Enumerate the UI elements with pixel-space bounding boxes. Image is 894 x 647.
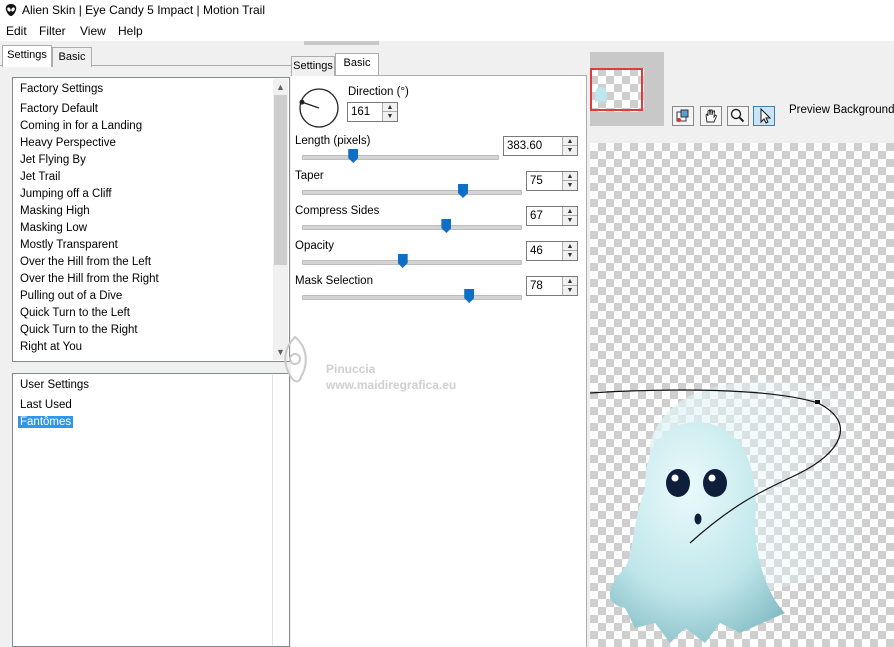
preview-separator — [588, 131, 894, 143]
menu-view[interactable]: View — [80, 24, 106, 38]
menu-filter[interactable]: Filter — [39, 24, 66, 38]
zoom-tool-button[interactable] — [727, 106, 749, 126]
taper-slider-track[interactable] — [302, 190, 522, 195]
factory-setting-item[interactable]: Factory Default — [18, 103, 100, 115]
factory-setting-item[interactable]: Over the Hill from the Left — [18, 256, 153, 268]
mask-selection-label: Mask Selection — [295, 275, 373, 287]
factory-setting-item[interactable]: Masking High — [18, 205, 92, 217]
factory-setting-item[interactable]: Masking Low — [18, 222, 89, 234]
spin-down-icon[interactable]: ▼ — [563, 251, 577, 260]
navigator-view-frame[interactable] — [590, 68, 643, 111]
scroll-up-icon[interactable]: ▲ — [273, 80, 288, 94]
menu-bar: Edit Filter View Help — [0, 21, 894, 41]
factory-setting-item[interactable]: Mostly Transparent — [18, 239, 120, 251]
spin-up-icon[interactable]: ▲ — [563, 207, 577, 216]
preview-canvas[interactable] — [590, 143, 894, 647]
factory-setting-item[interactable]: Quick Turn to the Right — [18, 324, 140, 336]
taper-value: 75 — [530, 175, 543, 187]
motion-path-handle[interactable] — [815, 400, 820, 404]
tab-mid-settings[interactable]: Settings — [291, 56, 335, 76]
watermark-name: Pinuccia — [326, 362, 376, 376]
window-title: Alien Skin | Eye Candy 5 Impact | Motion… — [22, 3, 266, 17]
mask-selection-spin-buttons[interactable]: ▲ ▼ — [562, 277, 577, 295]
tab-mid-basic[interactable]: Basic — [335, 53, 379, 75]
tab-left-basic[interactable]: Basic — [52, 47, 92, 67]
length-spin-buttons[interactable]: ▲ ▼ — [562, 137, 577, 155]
length-slider-track[interactable] — [302, 155, 499, 160]
spin-up-icon[interactable]: ▲ — [563, 242, 577, 251]
factory-setting-item[interactable]: Right at You — [18, 341, 84, 353]
factory-setting-item[interactable]: Over the Hill from the Right — [18, 273, 161, 285]
opacity-value: 46 — [530, 245, 543, 257]
panel-grip — [304, 41, 379, 45]
direction-value: 161 — [351, 106, 371, 118]
direction-spinbox[interactable]: 161 ▲ ▼ — [347, 102, 398, 122]
user-setting-last-used[interactable]: Last Used — [18, 399, 74, 411]
ghost-preview-image — [590, 381, 867, 643]
mask-selection-spinbox[interactable]: 78 ▲ ▼ — [526, 276, 578, 296]
user-list-scrollbar[interactable] — [272, 375, 288, 645]
factory-list-scrollbar[interactable]: ▲ ▼ — [273, 79, 288, 360]
user-settings-header: User Settings — [20, 379, 90, 391]
scroll-thumb[interactable] — [274, 95, 287, 265]
compress-sides-label: Compress Sides — [295, 205, 380, 217]
hand-tool-button[interactable] — [700, 106, 722, 126]
length-spinbox[interactable]: 383.60 ▲ ▼ — [503, 136, 578, 156]
taper-spinbox[interactable]: 75 ▲ ▼ — [526, 171, 578, 191]
factory-settings-header: Factory Settings — [20, 83, 104, 95]
user-settings-list[interactable]: User Settings Last Used Fantômes — [12, 373, 290, 647]
watermark-url: www.maidiregrafica.eu — [326, 378, 457, 392]
opacity-spinbox[interactable]: 46 ▲ ▼ — [526, 241, 578, 261]
factory-setting-item[interactable]: Jet Trail — [18, 171, 62, 183]
spin-down-icon[interactable]: ▼ — [383, 112, 397, 121]
hand-icon — [705, 109, 718, 123]
factory-setting-item[interactable]: Heavy Perspective — [18, 137, 118, 149]
alien-skin-app-icon — [5, 4, 17, 16]
direction-dial[interactable] — [298, 87, 340, 129]
compress-sides-value: 67 — [530, 210, 543, 222]
direction-label: Direction (°) — [348, 86, 409, 98]
watermark-logo — [284, 335, 307, 383]
pointer-icon — [760, 107, 772, 124]
factory-setting-item[interactable]: Quick Turn to the Left — [18, 307, 132, 319]
tab-left-settings[interactable]: Settings — [2, 45, 52, 67]
bucket-icon — [676, 109, 689, 122]
title-bar: Alien Skin | Eye Candy 5 Impact | Motion… — [0, 0, 894, 21]
taper-label: Taper — [295, 170, 324, 182]
spin-up-icon[interactable]: ▲ — [383, 103, 397, 112]
factory-settings-list[interactable]: Factory Settings Factory Default Coming i… — [12, 77, 290, 362]
length-value: 383.60 — [507, 140, 543, 152]
factory-setting-item[interactable]: Coming in for a Landing — [18, 120, 144, 132]
menu-edit[interactable]: Edit — [6, 24, 27, 38]
compress-sides-spin-buttons[interactable]: ▲ ▼ — [562, 207, 577, 225]
compress-sides-slider-track[interactable] — [302, 225, 522, 230]
zoom-icon — [730, 108, 745, 123]
direction-spin-buttons[interactable]: ▲ ▼ — [382, 103, 397, 121]
menu-help[interactable]: Help — [118, 24, 143, 38]
opacity-slider-track[interactable] — [302, 260, 522, 265]
compress-sides-spinbox[interactable]: 67 ▲ ▼ — [526, 206, 578, 226]
opacity-label: Opacity — [295, 240, 334, 252]
spin-up-icon[interactable]: ▲ — [563, 172, 577, 181]
spin-down-icon[interactable]: ▼ — [563, 181, 577, 190]
spin-up-icon[interactable]: ▲ — [563, 277, 577, 286]
preview-background-label: Preview Background: — [789, 104, 894, 116]
length-label: Length (pixels) — [295, 135, 371, 147]
pointer-tool-button[interactable] — [753, 106, 775, 126]
opacity-spin-buttons[interactable]: ▲ ▼ — [562, 242, 577, 260]
spin-down-icon[interactable]: ▼ — [563, 146, 577, 155]
taper-spin-buttons[interactable]: ▲ ▼ — [562, 172, 577, 190]
user-setting-fantomes[interactable]: Fantômes — [18, 416, 74, 428]
factory-setting-item[interactable]: Jet Flying By — [18, 154, 88, 166]
spin-down-icon[interactable]: ▼ — [563, 216, 577, 225]
factory-setting-item[interactable]: Pulling out of a Dive — [18, 290, 124, 302]
mask-selection-slider-track[interactable] — [302, 295, 522, 300]
bucket-tool-button[interactable] — [672, 106, 694, 126]
spin-down-icon[interactable]: ▼ — [563, 286, 577, 295]
spin-up-icon[interactable]: ▲ — [563, 137, 577, 146]
mask-selection-value: 78 — [530, 280, 543, 292]
factory-setting-item[interactable]: Jumping off a Cliff — [18, 188, 114, 200]
